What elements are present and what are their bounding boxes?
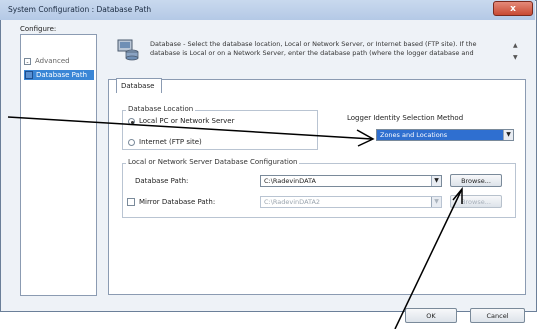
scroll-down-icon[interactable]: ▼ — [513, 54, 518, 61]
database-path-value: C:\RadevinDATA — [264, 177, 316, 185]
sidebar-item-advanced[interactable]: - Advanced — [24, 57, 92, 67]
radio-local-pc-label: Local PC or Network Server — [139, 117, 235, 125]
mirror-checkbox[interactable] — [127, 198, 135, 206]
database-icon — [25, 71, 33, 79]
chevron-down-icon[interactable]: ▼ — [503, 130, 513, 140]
server-config-group — [122, 163, 516, 218]
chevron-down-icon[interactable]: ▼ — [431, 176, 441, 186]
database-path-label: Database Path: — [135, 177, 189, 185]
description-line-2: database is Local or on a Network Server… — [150, 49, 474, 57]
mirror-path-value: C:\RadevinDATA2 — [264, 198, 321, 206]
server-config-title: Local or Network Server Database Configu… — [126, 158, 300, 166]
scroll-up-icon[interactable]: ▲ — [513, 42, 518, 49]
ok-button[interactable]: OK — [405, 308, 457, 323]
chevron-down-icon[interactable]: ▼ — [431, 197, 441, 207]
radio-internet[interactable] — [128, 139, 135, 146]
mirror-path-label: Mirror Database Path: — [139, 198, 216, 206]
sidebar-item-label: Database Path — [36, 71, 88, 79]
sidebar-item-label: Advanced — [35, 57, 70, 65]
sidebar-header: Configure: — [20, 25, 57, 33]
cancel-button[interactable]: Cancel — [470, 308, 525, 323]
mirror-path-field[interactable]: C:\RadevinDATA2 ▼ — [260, 196, 442, 208]
mirror-browse-button[interactable]: Browse... — [450, 195, 502, 208]
close-button[interactable]: x — [493, 1, 533, 16]
database-location-title: Database Location — [126, 105, 196, 113]
sidebar-item-database-path[interactable]: Database Path — [24, 70, 94, 80]
description-text: Database - Select the database location,… — [150, 40, 490, 62]
tab-database[interactable]: Database — [116, 78, 162, 93]
radio-internet-label: Internet (FTP site) — [139, 138, 202, 146]
database-config-icon — [117, 39, 139, 61]
window-title: System Configuration : Database Path — [8, 5, 152, 14]
description-line-1: Database - Select the database location,… — [150, 40, 477, 48]
browse-button[interactable]: Browse... — [450, 174, 502, 187]
logger-identity-label: Logger Identity Selection Method — [347, 114, 464, 122]
logger-identity-value: Zones and Locations — [380, 131, 448, 139]
radio-local-pc[interactable] — [128, 118, 135, 125]
database-path-field[interactable]: C:\RadevinDATA ▼ — [260, 175, 442, 187]
logger-identity-select[interactable]: Zones and Locations ▼ — [376, 129, 514, 141]
collapse-icon[interactable]: - — [24, 58, 31, 66]
